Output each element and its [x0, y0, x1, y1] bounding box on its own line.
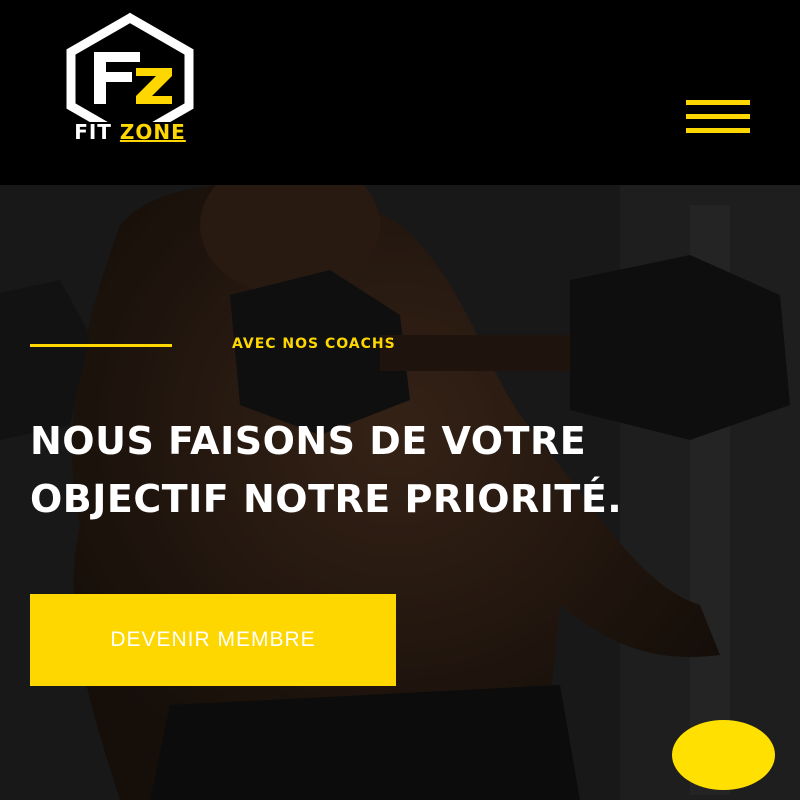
fitzone-logo[interactable]: FIT ZONE [60, 12, 200, 147]
hamburger-menu-button[interactable] [686, 100, 752, 134]
logo-fit-text: FIT [74, 120, 112, 144]
headline-line-2: OBJECTIF NOTRE PRIORITÉ. [30, 477, 623, 521]
chat-bubble-button[interactable] [672, 720, 775, 790]
logo-zone-text: ZONE [119, 120, 186, 144]
site-header: FIT ZONE [0, 0, 800, 185]
eyebrow-divider [30, 344, 172, 347]
become-member-button[interactable]: DEVENIR MEMBRE [30, 594, 396, 686]
menu-bar [686, 114, 750, 119]
headline-line-1: NOUS FAISONS DE VOTRE [30, 419, 587, 463]
logo-wordmark: FIT ZONE [60, 120, 200, 144]
hero-headline: NOUS FAISONS DE VOTRE OBJECTIF NOTRE PRI… [30, 412, 770, 528]
hero-eyebrow: AVEC NOS COACHS [232, 336, 396, 352]
menu-bar [686, 128, 750, 133]
menu-bar [686, 100, 750, 105]
cta-label: DEVENIR MEMBRE [110, 628, 316, 651]
